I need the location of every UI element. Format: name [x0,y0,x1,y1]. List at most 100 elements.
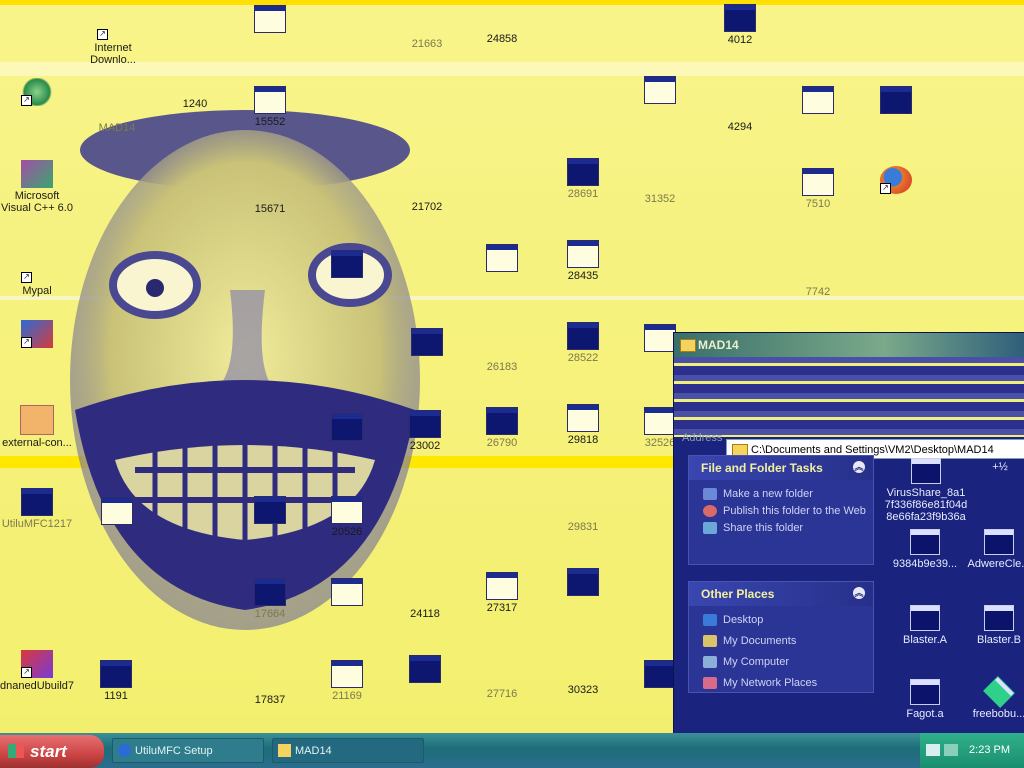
chevron-up-icon[interactable]: ︽ [853,461,865,473]
window-icon [910,605,940,631]
panel-header[interactable]: File and Folder Tasks ︽ [689,456,873,480]
desktop-icon-29831[interactable]: 29831 [546,521,620,533]
desktop-icon-internet-download[interactable]: ↗ Internet Downlo... [76,12,150,66]
toolbar[interactable] [674,357,1024,437]
desktop-icon-30323[interactable]: 30323 [546,684,620,696]
desktop-icon-mypal[interactable]: ↗ Mypal [0,255,74,297]
desktop-icon-31352[interactable]: 31352 [623,193,697,205]
desktop-icon-7742[interactable]: 7742 [781,286,855,298]
desktop-icon-28522[interactable]: 28522 [546,322,620,364]
desktop-icon-firefox[interactable]: ↗ [859,166,933,196]
other-places-panel: Other Places ︽ Desktop My Documents My C… [688,581,874,693]
desktop-icon-21702[interactable]: 21702 [390,201,464,213]
tray-volume-icon[interactable] [944,744,958,756]
file-item[interactable]: freebobu... [962,676,1024,720]
window-titlebar[interactable]: MAD14 [674,333,1024,357]
mad14-icon: ↗ [21,78,53,106]
desktop-icon-28691[interactable]: 28691 [546,158,620,200]
desktop-icon-dnaned[interactable]: ↗ dnanedUbuild7 [0,650,74,692]
window-icon [409,410,441,438]
explorer-window[interactable]: MAD14 Address C:\Documents and Settings\… [674,333,1024,733]
place-my-documents[interactable]: My Documents [689,633,873,650]
desktop-icon-external-content[interactable]: external-con... [0,405,74,449]
window-icon [644,660,676,688]
desktop-icon-window-d[interactable] [310,413,384,443]
window-icon [724,4,756,32]
desktop-icon-window-a[interactable] [310,250,384,280]
desktop-icon-29818[interactable]: 29818 [546,404,620,446]
desktop-icon-window-top[interactable] [233,5,307,35]
desktop-icon-mad14[interactable]: ↗ [0,78,74,108]
file-item[interactable]: Fagot.a [888,679,962,720]
desktop-icon-4012[interactable]: 4012 [703,4,777,46]
desktop-icon-26183[interactable]: 26183 [465,361,539,373]
file-item[interactable]: 9384b9e39... [888,529,962,570]
taskbar-button-utilumfc[interactable]: UtiluMFC Setup [112,738,264,763]
desktop-icon-20526[interactable]: 20526 [310,496,384,538]
desktop-icon-visual-cpp[interactable]: Microsoft Visual C++ 6.0 [0,160,74,214]
desktop-icon-17664[interactable]: 17664 [233,578,307,620]
desktop-icon-15671[interactable]: 15671 [233,203,307,215]
place-desktop[interactable]: Desktop [689,612,873,629]
window-icon [331,413,363,441]
desktop-icon-27716[interactable]: 27716 [465,688,539,700]
file-item[interactable]: VirusShare_8a17f336f86e81f04d8e66fa23f9b… [884,458,968,523]
task-make-folder[interactable]: Make a new folder [689,486,873,503]
window-icon [644,76,676,104]
desktop-icon-24118[interactable]: 24118 [388,608,462,620]
desktop-icon-7510[interactable]: 7510 [781,168,855,210]
desktop-icon-window-h[interactable] [388,655,462,685]
task-share-folder[interactable]: Share this folder [689,520,873,537]
desktop-icon-26790[interactable]: 26790 [465,407,539,449]
tray-network-icon[interactable] [926,744,940,756]
desktop-icon-window-b[interactable] [465,244,539,274]
desktop-icon-27317[interactable]: 27317 [465,572,539,614]
desktop-icon-utilumfc[interactable]: UtiluMFC1217 [0,488,74,530]
desktop-icon-21169[interactable]: 21169 [310,660,384,702]
start-button[interactable]: start [0,735,104,768]
window-icon [567,404,599,432]
desktop-icon-window-e[interactable] [80,497,154,527]
desktop-icon-1240[interactable]: 1240 [158,98,232,110]
file-item[interactable]: Blaster.B [962,605,1024,646]
desktop-icon-window-c[interactable] [390,328,464,358]
window-icon [411,328,443,356]
window-icon [254,5,286,33]
desktop-icon-23002[interactable]: 23002 [388,410,462,452]
desktop-icon-24858[interactable]: 24858 [465,33,539,45]
system-tray: 2:23 PM [920,733,1024,768]
app-icon [983,676,1015,708]
panel-header[interactable]: Other Places ︽ [689,582,873,606]
firefox-icon: ↗ [880,166,912,194]
desktop-icon-4294[interactable]: 4294 [703,121,777,133]
desktop-icon-window-i[interactable] [546,568,620,598]
desktop-icon-15552[interactable]: 15552 [233,86,307,128]
desktop-icon-17837[interactable]: 17837 [233,694,307,706]
place-my-network[interactable]: My Network Places [689,675,873,692]
publish-web-icon [703,505,717,517]
window-icon [802,168,834,196]
desktop-icon-window-m[interactable] [781,86,855,116]
desktop-icon-window-g[interactable] [310,578,384,608]
desktop-icon-1191[interactable]: 1191 [79,660,153,702]
desktop-icon-window-f[interactable] [233,496,307,526]
task-publish-web[interactable]: Publish this folder to the Web [689,503,873,520]
desktop-icon-window-j[interactable] [623,76,697,106]
window-icon [486,407,518,435]
desktop-icon-21663[interactable]: 21663 [390,38,464,50]
clock[interactable]: 2:23 PM [969,733,1010,768]
chevron-up-icon[interactable]: ︽ [853,587,865,599]
desktop-icon-mad14-label[interactable]: MAD14 [80,122,154,134]
window-icon [984,529,1014,555]
desktop-icon-28435[interactable]: 28435 [546,240,620,282]
file-item[interactable]: AdwereCle... [962,529,1024,570]
desktop-icon-window-n[interactable] [859,86,933,116]
folder-icon [680,339,696,352]
place-my-computer[interactable]: My Computer [689,654,873,671]
file-item[interactable]: Blaster.A [888,605,962,646]
taskbar-button-mad14[interactable]: MAD14 [272,738,424,763]
window-icon [254,496,286,524]
file-item[interactable]: +½ [964,461,1024,473]
desktop-icon-shortcut-32[interactable]: ↗ [0,320,74,350]
address-label: Address [682,432,723,444]
